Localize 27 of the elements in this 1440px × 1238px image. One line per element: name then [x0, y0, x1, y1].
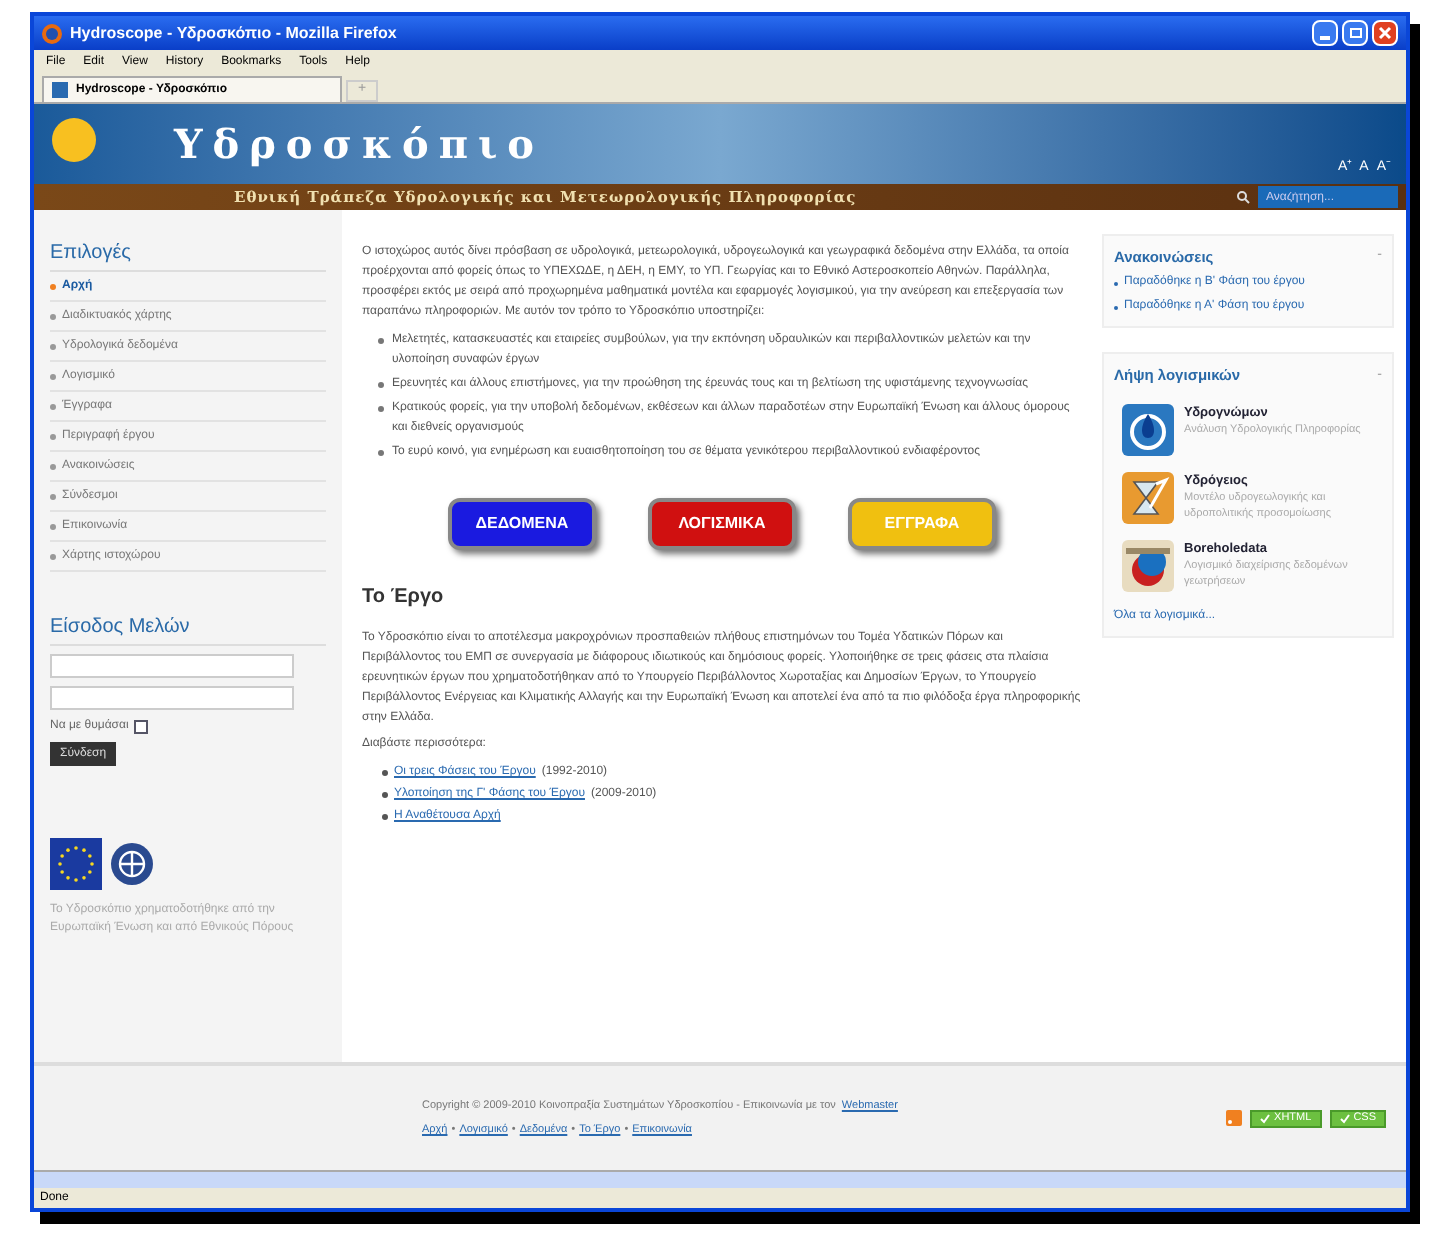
water-drop-icon	[1122, 403, 1174, 455]
site-favicon-icon	[52, 82, 68, 98]
section-button[interactable]: ΛΟΓΙΣΜΙΚΑ	[648, 498, 796, 550]
check-icon	[1339, 1113, 1350, 1123]
site-title: Υδροσκόπιο	[174, 118, 544, 172]
horizontal-scrollbar[interactable]	[34, 1170, 1406, 1188]
eu-flag-icon	[50, 838, 102, 890]
check-icon	[1260, 1113, 1271, 1123]
sun-icon	[50, 116, 98, 164]
close-icon	[1378, 26, 1392, 40]
section-heading: Το Έργο	[362, 584, 446, 612]
maximize-button[interactable]	[1342, 20, 1368, 46]
borehole-icon	[1122, 539, 1174, 591]
password-field[interactable]	[50, 686, 294, 710]
hourglass-icon	[1122, 471, 1174, 523]
login-heading: Είσοδος Μελών	[50, 612, 326, 646]
emblem-icon	[110, 842, 154, 886]
close-button[interactable]	[1372, 20, 1398, 46]
section-button[interactable]: ΔΕΔΟΜΕΝΑ	[448, 498, 596, 550]
firefox-logo-icon	[42, 23, 62, 43]
search-icon	[1236, 190, 1250, 204]
minimize-button[interactable]	[1312, 20, 1338, 46]
remember-checkbox[interactable]	[134, 720, 149, 734]
rss-icon	[1226, 1110, 1243, 1126]
menu-heading: Επιλογές	[50, 238, 326, 272]
username-field[interactable]	[50, 654, 294, 678]
window-title: Hydroscope - Υδροσκόπιο - Mozilla Firefox	[70, 21, 397, 45]
